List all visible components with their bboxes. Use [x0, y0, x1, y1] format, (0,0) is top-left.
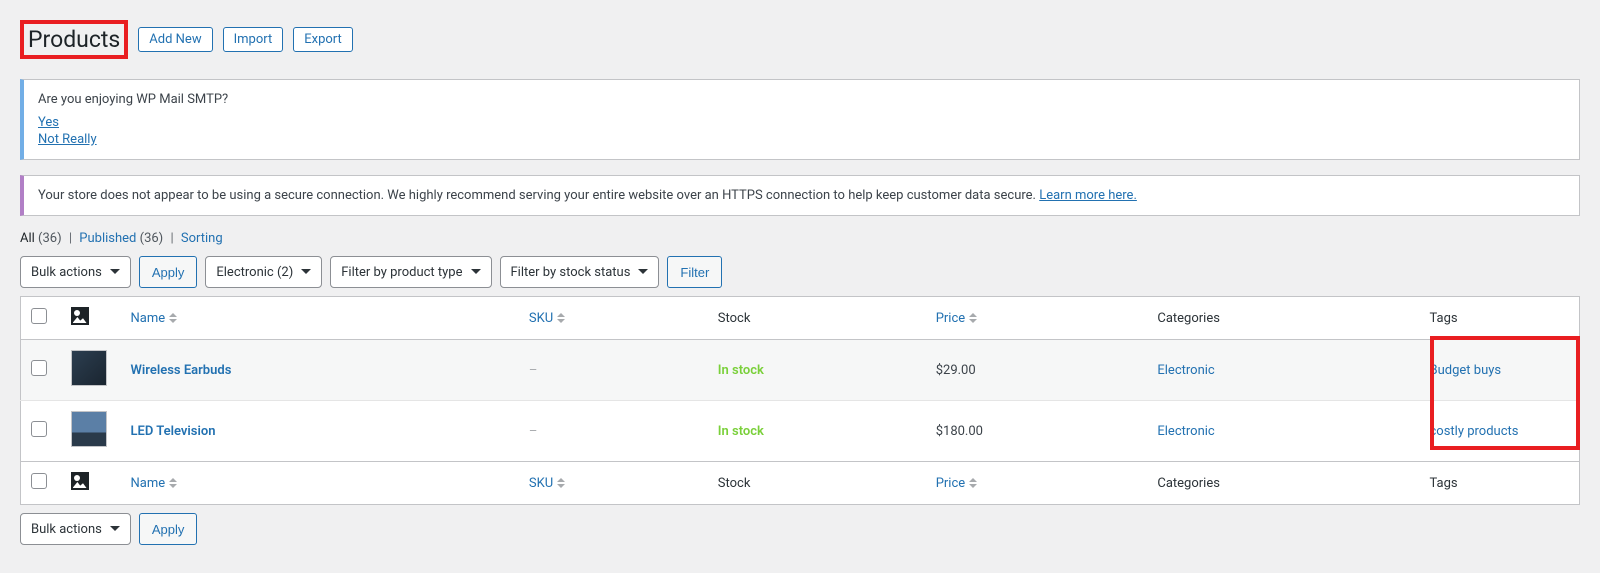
filter-all-count: (36)	[38, 231, 62, 246]
stock-status: In stock	[718, 363, 764, 378]
https-learn-more-link[interactable]: Learn more here.	[1039, 188, 1137, 203]
price-value: $29.00	[926, 340, 1148, 401]
apply-button[interactable]: Apply	[139, 256, 198, 288]
col-categories: Categories	[1147, 297, 1419, 340]
product-name-link[interactable]: LED Television	[131, 424, 216, 439]
tag-link[interactable]: Budget buys	[1430, 363, 1502, 378]
product-type-filter-select[interactable]: Filter by product type	[330, 256, 491, 288]
smtp-question: Are you enjoying WP Mail SMTP?	[38, 92, 1565, 107]
tablenav-top: Bulk actions Apply Electronic (2) Filter…	[20, 256, 1580, 288]
col-tags: Tags	[1420, 297, 1580, 340]
filter-button[interactable]: Filter	[667, 256, 722, 288]
sort-icon	[169, 476, 178, 490]
https-notice: Your store does not appear to be using a…	[20, 175, 1580, 216]
sort-icon	[169, 311, 178, 325]
price-value: $180.00	[926, 401, 1148, 462]
col-sku[interactable]: SKU	[519, 297, 708, 340]
col-categories-foot: Categories	[1147, 462, 1419, 505]
row-checkbox[interactable]	[31, 421, 47, 437]
col-price-foot[interactable]: Price	[926, 462, 1148, 505]
col-price[interactable]: Price	[926, 297, 1148, 340]
image-column-icon	[71, 472, 89, 490]
image-column-icon	[71, 307, 89, 325]
sku-value: –	[529, 363, 538, 378]
select-all-checkbox[interactable]	[31, 308, 47, 324]
https-notice-text: Your store does not appear to be using a…	[38, 188, 1039, 203]
product-thumbnail[interactable]	[71, 411, 107, 447]
sort-icon	[557, 476, 566, 490]
bulk-actions-select[interactable]: Bulk actions	[20, 256, 131, 288]
products-table: Name SKU Stock Price Categories Tags Wir…	[20, 296, 1580, 505]
export-button[interactable]: Export	[293, 27, 353, 52]
sort-icon	[969, 476, 978, 490]
smtp-yes-link[interactable]: Yes	[38, 115, 1565, 130]
sort-icon	[969, 311, 978, 325]
category-link[interactable]: Electronic	[1157, 424, 1214, 439]
bulk-actions-select-bottom[interactable]: Bulk actions	[20, 513, 131, 545]
add-new-button[interactable]: Add New	[138, 27, 212, 52]
category-filter-select[interactable]: Electronic (2)	[205, 256, 322, 288]
col-stock: Stock	[708, 297, 926, 340]
select-all-checkbox-foot[interactable]	[31, 473, 47, 489]
sku-value: –	[529, 424, 538, 439]
col-name-foot[interactable]: Name	[121, 462, 519, 505]
category-link[interactable]: Electronic	[1157, 363, 1214, 378]
col-stock-foot: Stock	[708, 462, 926, 505]
smtp-notice: Are you enjoying WP Mail SMTP? Yes Not R…	[20, 79, 1580, 160]
page-header: Products Add New Import Export	[20, 0, 1580, 74]
sorting-link[interactable]: Sorting	[181, 231, 223, 246]
col-sku-foot[interactable]: SKU	[519, 462, 708, 505]
stock-status: In stock	[718, 424, 764, 439]
sort-icon	[557, 311, 566, 325]
col-name[interactable]: Name	[121, 297, 519, 340]
filter-published-link[interactable]: Published (36)	[79, 231, 163, 246]
product-name-link[interactable]: Wireless Earbuds	[131, 363, 232, 378]
row-checkbox[interactable]	[31, 360, 47, 376]
stock-status-filter-select[interactable]: Filter by stock status	[500, 256, 660, 288]
col-tags-foot: Tags	[1420, 462, 1580, 505]
apply-button-bottom[interactable]: Apply	[139, 513, 198, 545]
tag-link[interactable]: costly products	[1430, 424, 1519, 439]
page-title: Products	[20, 20, 128, 59]
import-button[interactable]: Import	[223, 27, 284, 52]
view-filters: All (36) | Published (36) | Sorting	[20, 231, 1580, 246]
filter-all-label[interactable]: All	[20, 231, 35, 246]
table-row: Wireless Earbuds – In stock $29.00 Elect…	[21, 340, 1580, 401]
product-thumbnail[interactable]	[71, 350, 107, 386]
tablenav-bottom: Bulk actions Apply	[20, 513, 1580, 545]
smtp-no-link[interactable]: Not Really	[38, 132, 1565, 147]
table-row: LED Television – In stock $180.00 Electr…	[21, 401, 1580, 462]
